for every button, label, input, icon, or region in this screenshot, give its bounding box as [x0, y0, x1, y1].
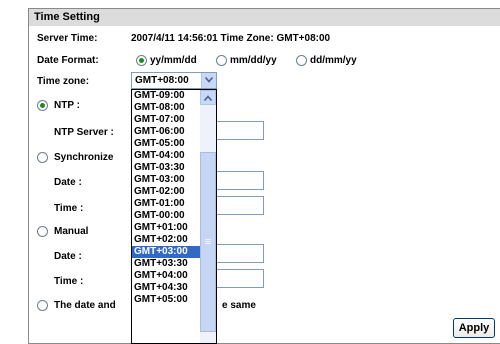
- date-format-option-mmddyy: mm/dd/yy: [230, 55, 277, 66]
- time-zone-option[interactable]: GMT-09:00: [132, 90, 201, 102]
- scrollbar-grip: [205, 241, 211, 242]
- time-zone-option[interactable]: GMT-07:00: [132, 114, 201, 126]
- keep-radio[interactable]: [37, 300, 48, 311]
- time-zone-option[interactable]: GMT-06:00: [132, 126, 201, 138]
- chevron-down-icon[interactable]: [201, 73, 216, 88]
- manual-date-label: Date :: [54, 251, 82, 262]
- time-zone-option[interactable]: GMT+03:30: [132, 258, 201, 270]
- ntp-radio[interactable]: [37, 100, 48, 111]
- date-format-label: Date Format:: [37, 55, 99, 66]
- manual-time-label: Time :: [54, 276, 84, 287]
- date-format-option-ddmmyy: dd/mm/yy: [310, 55, 357, 66]
- time-zone-option[interactable]: GMT-04:00: [132, 150, 201, 162]
- scrollbar-grip: [205, 239, 211, 240]
- ntp-server-label: NTP Server :: [54, 127, 114, 138]
- time-zone-label: Time zone:: [37, 76, 90, 87]
- manual-radio[interactable]: [37, 226, 48, 237]
- time-zone-option[interactable]: GMT+04:00: [132, 270, 201, 282]
- time-zone-option[interactable]: GMT-01:00: [132, 198, 201, 210]
- apply-button[interactable]: Apply: [453, 318, 495, 338]
- ntp-label: NTP :: [54, 100, 80, 111]
- date-format-radio-mmddyy[interactable]: [216, 55, 227, 66]
- synchronize-radio[interactable]: [37, 152, 48, 163]
- scrollbar-grip: [205, 243, 211, 244]
- date-format-radio-yymmdd[interactable]: [136, 55, 147, 66]
- time-zone-option-list: GMT-09:00 GMT-08:00 GMT-07:00 GMT-06:00 GMT-…: [132, 90, 201, 306]
- date-format-option-yymmdd: yy/mm/dd: [150, 55, 197, 66]
- time-zone-option[interactable]: GMT+02:00: [132, 234, 201, 246]
- dropdown-scrollbar[interactable]: [200, 90, 216, 343]
- time-zone-value: GMT+08:00: [135, 75, 189, 86]
- time-zone-option[interactable]: GMT+05:00: [132, 294, 201, 306]
- keep-label: The date and: [54, 300, 116, 311]
- time-zone-option[interactable]: GMT-02:00: [132, 186, 201, 198]
- time-zone-option[interactable]: GMT-08:00: [132, 102, 201, 114]
- server-time-value: 2007/4/11 14:56:01 Time Zone: GMT+08:00: [131, 33, 331, 44]
- time-zone-option[interactable]: GMT-05:00: [132, 138, 201, 150]
- time-zone-option[interactable]: GMT-03:30: [132, 162, 201, 174]
- section-title: Time Setting: [29, 9, 500, 26]
- time-zone-option[interactable]: GMT-03:00: [132, 174, 201, 186]
- synchronize-time-label: Time :: [54, 203, 84, 214]
- time-zone-option[interactable]: GMT+03:00: [132, 246, 201, 258]
- time-zone-option[interactable]: GMT+04:30: [132, 282, 201, 294]
- server-time-label: Server Time:: [37, 33, 98, 44]
- keep-label-tail: e same: [222, 300, 256, 311]
- time-zone-option[interactable]: GMT+01:00: [132, 222, 201, 234]
- manual-label: Manual: [54, 226, 89, 237]
- time-zone-select[interactable]: GMT+08:00: [131, 72, 217, 89]
- time-zone-option[interactable]: GMT-00:00: [132, 210, 201, 222]
- time-zone-dropdown[interactable]: GMT-09:00 GMT-08:00 GMT-07:00 GMT-06:00 GMT-…: [131, 89, 217, 344]
- scrollbar-thumb[interactable]: [200, 152, 216, 332]
- synchronize-date-label: Date :: [54, 177, 82, 188]
- synchronize-label: Synchronize: [54, 152, 114, 163]
- chevron-up-icon[interactable]: [200, 90, 216, 105]
- date-format-radio-ddmmyy[interactable]: [296, 55, 307, 66]
